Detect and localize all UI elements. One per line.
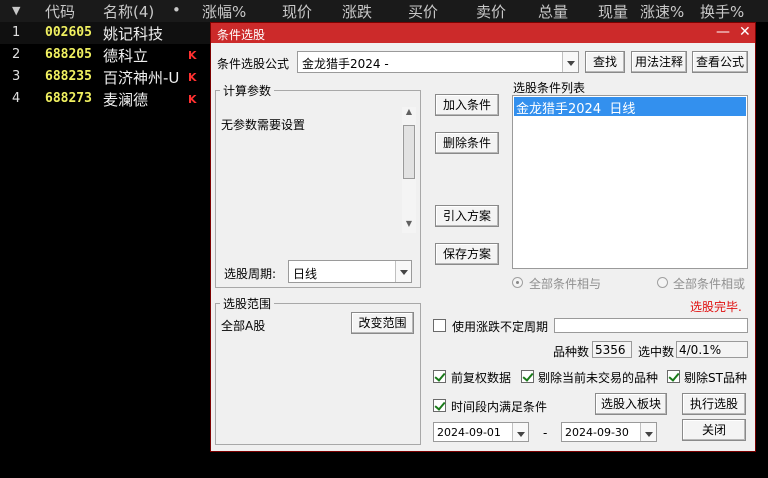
scope-group-label: 选股范围 — [220, 295, 275, 312]
selected-field: 4/0.1% — [676, 341, 748, 358]
col-bid[interactable]: 买价 — [408, 1, 438, 22]
stock-name: 德科立 — [103, 47, 149, 65]
period-value: 日线 — [293, 267, 318, 281]
radio-or-label: 全部条件相或 — [673, 277, 746, 291]
condition-list[interactable]: 金龙猎手2024 日线 — [512, 95, 748, 269]
table-row[interactable]: 4 688273 麦澜德 K — [0, 88, 215, 110]
table-row[interactable]: 3 688235 百济神州-U K — [0, 66, 215, 88]
formula-select[interactable]: 金龙猎手2024 - — [297, 51, 579, 73]
forward-adjusted-label: 前复权数据 — [451, 371, 512, 385]
radio-and-label: 全部条件相与 — [529, 277, 602, 291]
k-badge: K — [188, 93, 197, 106]
radio-and[interactable] — [512, 277, 523, 288]
period-label: 选股周期: — [224, 267, 277, 281]
status-text: 选股完毕. — [690, 300, 742, 314]
formula-value: 金龙猎手2024 - — [302, 57, 389, 71]
scroll-thumb[interactable] — [403, 125, 415, 179]
use-unfixed-period-label: 使用涨跌不定周期 — [452, 320, 549, 334]
count-field: 5356 — [592, 341, 632, 358]
date-from-select[interactable]: 2024-09-01 — [433, 422, 529, 442]
stock-name: 姚记科技 — [103, 25, 164, 43]
row-index: 4 — [12, 91, 21, 106]
row-index: 1 — [12, 25, 21, 40]
col-change[interactable]: 涨跌 — [342, 1, 372, 22]
col-ask[interactable]: 卖价 — [476, 1, 506, 22]
chevron-down-icon[interactable] — [562, 52, 578, 72]
stock-code: 688235 — [45, 69, 92, 84]
count-label: 品种数 — [553, 345, 590, 359]
row-index: 3 — [12, 69, 21, 84]
scroll-down-icon[interactable]: ▼ — [402, 219, 416, 233]
stock-name: 麦澜德 — [103, 91, 149, 109]
chevron-down-icon[interactable] — [512, 423, 528, 441]
col-price[interactable]: 现价 — [282, 1, 312, 22]
chevron-down-icon[interactable] — [640, 423, 656, 441]
exclude-st-label: 剔除ST品种 — [684, 371, 747, 385]
formula-label: 条件选股公式 — [217, 57, 290, 71]
row-index: 2 — [12, 47, 21, 62]
col-change-pct[interactable]: 涨幅% — [202, 1, 246, 22]
period-condition-label: 时间段内满足条件 — [451, 400, 548, 414]
table-row[interactable]: 1 002605 姚记科技 — [0, 22, 215, 44]
close-icon[interactable]: ✕ — [739, 24, 751, 40]
period-select[interactable]: 日线 — [288, 260, 412, 283]
date-separator: - — [543, 426, 548, 440]
sort-arrow-icon[interactable]: ▼ — [12, 4, 20, 17]
params-scrollbar[interactable]: ▲ ▼ — [402, 107, 416, 233]
usage-notes-button[interactable]: 用法注释 — [631, 51, 687, 73]
date-to-select[interactable]: 2024-09-30 — [561, 422, 657, 442]
exclude-untraded-label: 剔除当前未交易的品种 — [538, 371, 659, 385]
dialog-title: 条件选股 — [217, 28, 266, 42]
condition-list-label: 选股条件列表 — [513, 81, 586, 95]
save-plan-button[interactable]: 保存方案 — [435, 243, 499, 265]
col-dot: • — [172, 1, 181, 19]
params-text: 无参数需要设置 — [221, 118, 306, 132]
add-to-block-button[interactable]: 选股入板块 — [595, 393, 667, 415]
list-item[interactable]: 金龙猎手2024 日线 — [514, 97, 746, 117]
scroll-up-icon[interactable]: ▲ — [402, 107, 416, 121]
col-code[interactable]: 代码 — [45, 1, 75, 22]
table-row[interactable]: 2 688205 德科立 K — [0, 44, 215, 66]
col-current-vol[interactable]: 现量 — [598, 1, 628, 22]
exclude-untraded-checkbox[interactable] — [521, 370, 534, 383]
dialog-titlebar[interactable]: 条件选股 — ✕ — [211, 23, 755, 43]
change-scope-button[interactable]: 改变范围 — [351, 312, 414, 334]
scope-value: 全部A股 — [221, 319, 266, 333]
use-unfixed-period-checkbox[interactable] — [433, 319, 446, 332]
col-speed[interactable]: 涨速% — [640, 1, 684, 22]
list-header: ▼ 代码 名称(4) • 涨幅% 现价 涨跌 买价 卖价 总量 现量 涨速% 换… — [0, 0, 768, 22]
close-button[interactable]: 关闭 — [682, 419, 746, 441]
stock-code: 688205 — [45, 47, 92, 62]
k-badge: K — [188, 49, 197, 62]
selected-label: 选中数 — [638, 345, 675, 359]
params-group: 计算参数 无参数需要设置 ▲ ▼ 选股周期: 日线 — [215, 82, 421, 288]
col-turnover[interactable]: 换手% — [700, 1, 744, 22]
radio-or[interactable] — [657, 277, 668, 288]
col-volume[interactable]: 总量 — [538, 1, 568, 22]
execute-screen-button[interactable]: 执行选股 — [682, 393, 746, 415]
view-formula-button[interactable]: 查看公式 — [692, 51, 748, 73]
delete-condition-button[interactable]: 删除条件 — [435, 132, 499, 154]
chevron-down-icon[interactable] — [395, 261, 411, 282]
stock-code: 688273 — [45, 91, 92, 106]
k-badge: K — [188, 71, 197, 84]
stock-screener-dialog: 条件选股 — ✕ 条件选股公式 金龙猎手2024 - 查找 用法注释 查看公式 … — [210, 22, 756, 452]
period-condition-checkbox[interactable] — [433, 399, 446, 412]
stock-name: 百济神州-U — [103, 69, 180, 87]
find-button[interactable]: 查找 — [585, 51, 625, 73]
exclude-st-checkbox[interactable] — [667, 370, 680, 383]
scope-group: 选股范围 全部A股 改变范围 — [215, 295, 421, 445]
add-condition-button[interactable]: 加入条件 — [435, 94, 499, 116]
import-plan-button[interactable]: 引入方案 — [435, 205, 499, 227]
forward-adjusted-checkbox[interactable] — [433, 370, 446, 383]
params-group-label: 计算参数 — [220, 82, 275, 99]
minimize-icon[interactable]: — — [716, 24, 730, 40]
unfixed-period-input[interactable] — [554, 318, 748, 333]
stock-code: 002605 — [45, 25, 92, 40]
col-name[interactable]: 名称(4) — [103, 1, 154, 22]
